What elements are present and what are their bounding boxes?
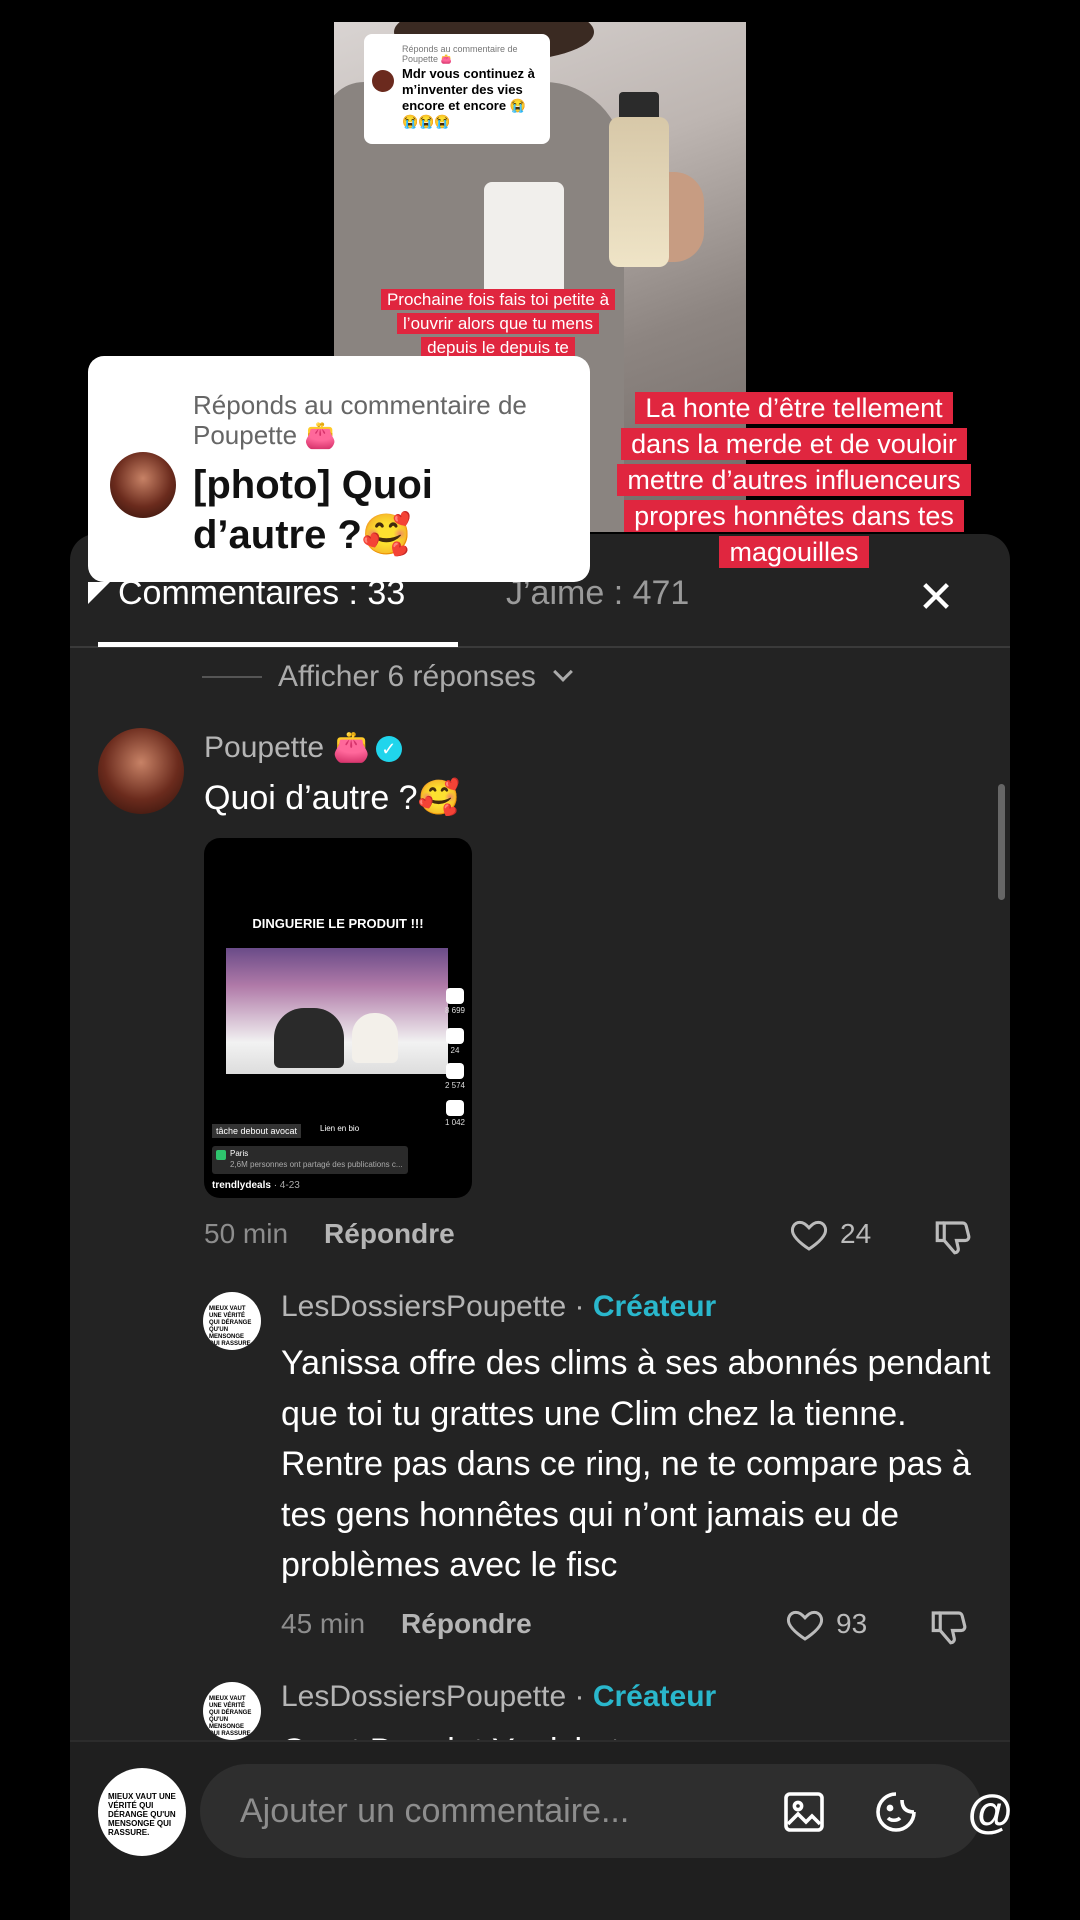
comment-input[interactable]: Ajouter un commentaire... @ <box>200 1764 1010 1858</box>
thumbnail-user: trendlydeals · 4-23 <box>212 1180 300 1191</box>
like-button[interactable]: 93 <box>784 1604 867 1644</box>
close-icon[interactable]: ✕ <box>908 570 964 626</box>
comment-input-bar: MIEUX VAUT UNE VÉRITÉ QUI DÉRANGE QU'UN … <box>70 1740 1010 1920</box>
creator-badge: Créateur <box>592 1290 717 1323</box>
thumbnail-tag: tâche debout avocat <box>212 1124 302 1138</box>
comment-icon <box>446 1028 464 1044</box>
mention-icon[interactable]: @ <box>966 1788 1010 1836</box>
avatar[interactable]: MIEUX VAUT UNE VÉRITÉ QUI DÉRANGE QU'UN … <box>203 1292 261 1350</box>
share-icon <box>446 1100 464 1116</box>
like-count: 24 <box>840 1218 872 1249</box>
thumbnail-comment-count: 24 <box>450 1046 460 1055</box>
thumbnail-like-count: 8 699 <box>444 1006 466 1015</box>
video-caption-1: Prochaine fois fais toi petite à l’ouvri… <box>376 288 620 360</box>
thumbnail-location-name: Paris <box>230 1149 249 1158</box>
video-reply-sticker-header: Réponds au commentaire de Poupette 👛 <box>402 44 518 64</box>
reply-time: 45 min <box>281 1608 366 1639</box>
image-icon[interactable] <box>780 1788 828 1836</box>
thumbnail-person-1 <box>274 1008 344 1068</box>
video-reply-sticker: Réponds au commentaire de Poupette 👛 Mdr… <box>364 34 550 144</box>
heart-icon <box>446 988 464 1004</box>
creator-badge: Créateur <box>592 1680 717 1713</box>
reply-sticker: Réponds au commentaire de Poupette 👛 [ph… <box>88 356 590 604</box>
like-button[interactable]: 24 <box>788 1214 871 1254</box>
comment-author[interactable]: Poupette 👛 ✓ <box>204 730 402 765</box>
reply-sticker-text: [photo] Quoi d’autre ?🥰 <box>193 463 433 557</box>
comment-meta: 50 min Répondre <box>204 1218 455 1250</box>
reply-author[interactable]: LesDossiersPoupette · Créateur <box>281 1680 716 1714</box>
comment-text: Quoi d’autre ?🥰 <box>204 779 460 817</box>
comment-photo-thumbnail[interactable]: DINGUERIE LE PRODUIT !!! 8 699 24 2 574 … <box>204 838 472 1198</box>
reply-text: Yanissa offre des clims à ses abonnés pe… <box>281 1344 991 1584</box>
tab-active-underline <box>98 642 458 647</box>
thumbnail-tag-2: Lien en bio <box>320 1124 360 1133</box>
show-replies-button[interactable]: Afficher 6 réponses <box>202 652 573 702</box>
reply-separator: · <box>566 1290 593 1323</box>
thumbnail-person-2 <box>352 1013 398 1063</box>
chevron-down-icon <box>553 662 573 682</box>
thumbnail-location-sub: 2,6M personnes ont partagé des publicati… <box>230 1160 403 1169</box>
video-top <box>484 182 564 302</box>
thumbnail-date: · 4-23 <box>270 1180 300 1191</box>
bookmark-icon <box>446 1063 464 1079</box>
reply-button[interactable]: Répondre <box>324 1218 455 1250</box>
show-replies-label: Afficher 6 réponses <box>278 660 536 693</box>
thumbnail-comment: 24 <box>440 1028 470 1055</box>
thumbnail-save: 2 574 <box>440 1063 470 1090</box>
show-replies-divider <box>202 676 262 678</box>
scrollbar[interactable] <box>998 784 1005 900</box>
video-reply-sticker-avatar <box>372 70 394 92</box>
emoji-icon[interactable] <box>872 1788 920 1836</box>
comment-author-name: Poupette 👛 <box>204 731 370 764</box>
reply-separator: · <box>566 1680 593 1713</box>
thumbnail-share-count: 1 042 <box>444 1118 466 1127</box>
reply-meta: 45 min Répondre <box>281 1608 532 1640</box>
video-caption-2: La honte d’être tellement dans la merde … <box>612 390 976 570</box>
reply-author-name: LesDossiersPoupette <box>281 1290 567 1323</box>
dislike-icon[interactable] <box>932 1216 974 1258</box>
reply-author[interactable]: LesDossiersPoupette · Créateur <box>281 1290 716 1324</box>
comment-time: 50 min <box>204 1218 289 1249</box>
thumbnail-title: DINGUERIE LE PRODUIT !!! <box>252 916 424 931</box>
video-bottle <box>609 117 669 267</box>
video-caption-2-text: La honte d’être tellement dans la merde … <box>617 392 971 568</box>
thumbnail-location: Paris 2,6M personnes ont partagé des pub… <box>212 1146 408 1174</box>
avatar[interactable]: MIEUX VAUT UNE VÉRITÉ QUI DÉRANGE QU'UN … <box>203 1682 261 1740</box>
heart-icon <box>790 1220 828 1251</box>
heart-icon <box>786 1610 824 1641</box>
dislike-icon[interactable] <box>928 1606 970 1648</box>
avatar[interactable]: MIEUX VAUT UNE VÉRITÉ QUI DÉRANGE QU'UN … <box>98 1768 186 1856</box>
like-count: 93 <box>836 1608 868 1639</box>
reply-author-name: LesDossiersPoupette <box>281 1680 567 1713</box>
video-reply-sticker-text: Mdr vous continuez à m’inventer des vies… <box>402 66 535 129</box>
reply-button[interactable]: Répondre <box>401 1608 532 1640</box>
comments-panel: Commentaires : 33 J’aime : 471 ✕ Affiche… <box>70 534 1010 1920</box>
reply-sticker-avatar <box>110 452 176 518</box>
comment-input-placeholder: Ajouter un commentaire... <box>240 1792 630 1830</box>
thumbnail-share: 1 042 <box>440 1100 470 1127</box>
verified-icon: ✓ <box>375 736 402 763</box>
thumbnail-save-count: 2 574 <box>444 1081 466 1090</box>
video-caption-1-text: Prochaine fois fais toi petite à l’ouvri… <box>380 289 616 358</box>
thumbnail-username: trendlydeals <box>212 1180 271 1191</box>
thumbnail-like: 8 699 <box>440 988 470 1015</box>
reply-sticker-header: Réponds au commentaire de Poupette 👛 <box>193 390 527 450</box>
avatar[interactable] <box>98 728 184 814</box>
